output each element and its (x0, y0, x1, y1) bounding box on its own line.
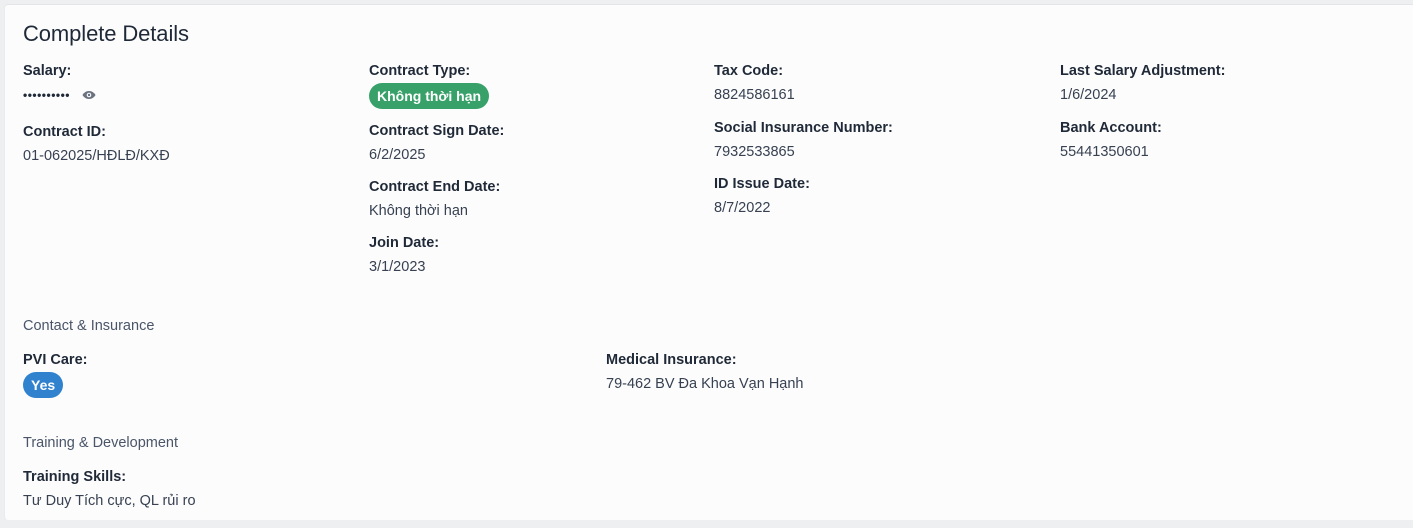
contract-end-date-label: Contract End Date: (369, 179, 501, 195)
medical-insurance-value: 79-462 BV Đa Khoa Vạn Hạnh (606, 376, 804, 392)
tax-code-label: Tax Code: (714, 63, 784, 79)
last-salary-adjustment-field: Last Salary Adjustment: 1/6/2024 (1060, 62, 1225, 104)
medical-insurance-label: Medical Insurance: (606, 352, 737, 368)
contract-id-field: Contract ID: 01-062025/HĐLĐ/KXĐ (23, 123, 170, 165)
medical-insurance-field: Medical Insurance: 79-462 BV Đa Khoa Vạn… (606, 351, 804, 393)
contract-id-value: 01-062025/HĐLĐ/KXĐ (23, 148, 170, 164)
pvi-care-badge: Yes (23, 372, 64, 398)
tax-code-field: Tax Code: 8824586161 (714, 62, 795, 104)
social-insurance-field: Social Insurance Number: 7932533865 (714, 119, 893, 161)
salary-field: Salary: •••••••••• (23, 62, 96, 104)
bank-account-value: 55441350601 (1060, 144, 1149, 160)
salary-label: Salary: (23, 63, 72, 79)
contract-sign-date-field: Contract Sign Date: 6/2/2025 (369, 122, 504, 164)
pvi-care-field: PVI Care: Yes (23, 351, 87, 398)
contract-type-field: Contract Type: Không thời hạn (369, 62, 490, 109)
contract-sign-date-value: 6/2/2025 (369, 147, 426, 163)
bank-account-field: Bank Account: 55441350601 (1060, 119, 1162, 161)
contract-type-badge: Không thời hạn (369, 83, 490, 109)
eye-icon[interactable] (82, 90, 96, 100)
training-development-heading: Training & Development (23, 435, 179, 451)
tax-code-value: 8824586161 (714, 87, 795, 103)
contract-type-label: Contract Type: (369, 63, 471, 79)
contract-id-label: Contract ID: (23, 124, 106, 140)
card-title: Complete Details (23, 21, 189, 46)
social-insurance-value: 7932533865 (714, 144, 795, 160)
complete-details-card: Complete Details Salary: •••••••••• Cont… (4, 4, 1413, 520)
id-issue-date-value: 8/7/2022 (714, 200, 771, 216)
last-salary-adjustment-value: 1/6/2024 (1060, 87, 1117, 103)
join-date-label: Join Date: (369, 235, 440, 251)
salary-masked-value: •••••••••• (23, 88, 71, 102)
last-salary-adjustment-label: Last Salary Adjustment: (1060, 63, 1226, 79)
join-date-value: 3/1/2023 (369, 259, 426, 275)
training-skills-label: Training Skills: (23, 469, 127, 485)
join-date-field: Join Date: 3/1/2023 (369, 234, 439, 276)
social-insurance-label: Social Insurance Number: (714, 120, 893, 136)
pvi-care-label: PVI Care: (23, 352, 88, 368)
training-skills-value: Tư Duy Tích cực, QL rủi ro (23, 493, 196, 509)
contract-sign-date-label: Contract Sign Date: (369, 123, 505, 139)
id-issue-date-field: ID Issue Date: 8/7/2022 (714, 175, 810, 217)
bank-account-label: Bank Account: (1060, 120, 1162, 136)
contract-end-date-field: Contract End Date: Không thời hạn (369, 178, 500, 220)
contract-end-date-value: Không thời hạn (369, 203, 469, 219)
training-skills-field: Training Skills: Tư Duy Tích cực, QL rủi… (23, 468, 196, 510)
id-issue-date-label: ID Issue Date: (714, 176, 810, 192)
contact-insurance-heading: Contact & Insurance (23, 318, 155, 334)
